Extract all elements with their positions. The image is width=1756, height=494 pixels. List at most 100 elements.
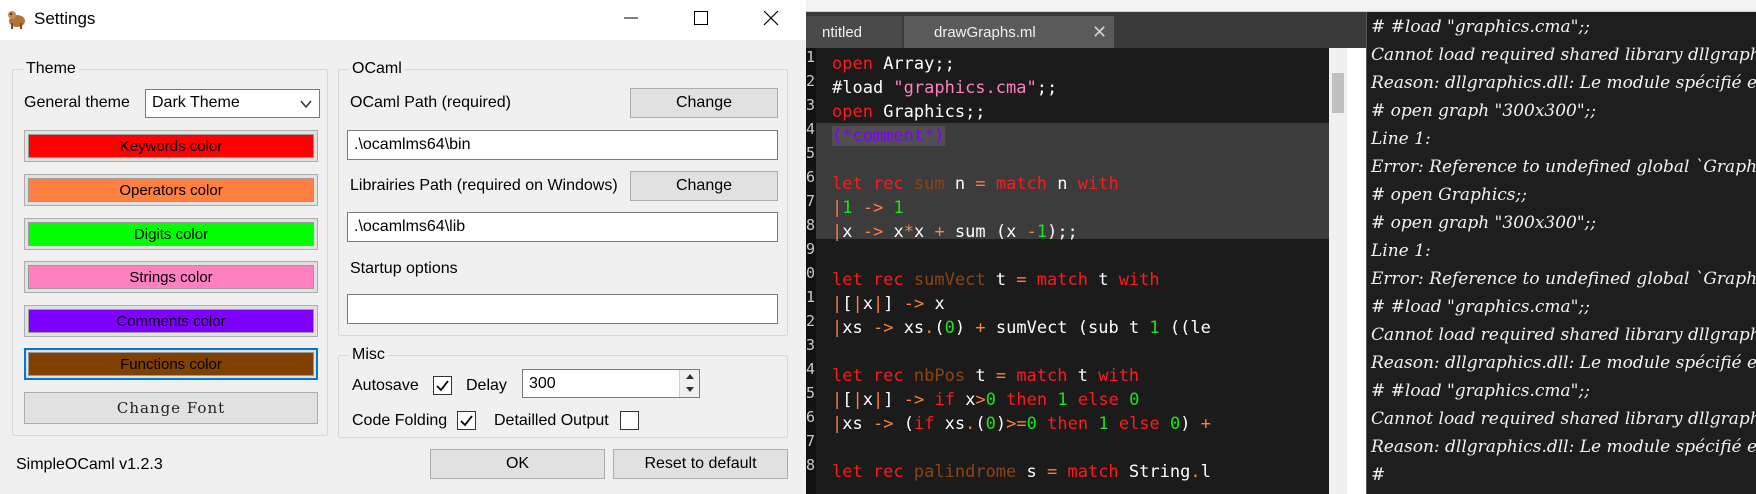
theme-select[interactable]: Dark Theme: [145, 89, 320, 118]
tab-label: ntitled: [822, 23, 863, 41]
code-line: let rec palindrome s = match String.l: [832, 462, 1211, 482]
code-line: let rec sum n = match n with: [832, 174, 1119, 194]
output-line: Line 1:: [1371, 241, 1431, 261]
maximize-button[interactable]: [669, 0, 733, 36]
digits-color-button[interactable]: Digits color: [24, 218, 318, 250]
output-line: Cannot load required shared library dllg…: [1371, 325, 1756, 345]
functions-color-label: Functions color: [120, 355, 222, 373]
output-line: # #load "graphics.cma";;: [1371, 17, 1590, 37]
title-bar: Settings: [0, 0, 806, 40]
ocaml-path-input[interactable]: .\ocamlms64\bin: [347, 130, 778, 160]
libraries-path-label: Librairies Path (required on Windows): [350, 177, 618, 194]
output-line: Reason: dllgraphics.dll: Le module spéci…: [1371, 437, 1756, 457]
tab-close-icon[interactable]: ✕: [1092, 22, 1107, 43]
detailed-output-checkbox[interactable]: [620, 411, 639, 430]
delay-label: Delay: [466, 377, 507, 394]
functions-color-button[interactable]: Functions color: [24, 348, 318, 380]
line-number: 3: [806, 96, 816, 114]
tab-label: drawGraphs.ml: [934, 23, 1036, 41]
minimize-button[interactable]: [599, 0, 663, 36]
startup-options-label: Startup options: [350, 260, 458, 277]
tab-drawgraphs[interactable]: drawGraphs.ml ✕: [904, 16, 1114, 48]
code-editor[interactable]: 1 2 3 4 5 6 7 8 9 0 1 2 3 4 5 6 7 8 open…: [806, 48, 1346, 494]
code-line: open Array;;: [832, 54, 955, 74]
line-number: 8: [806, 216, 816, 234]
ok-button[interactable]: OK: [430, 449, 605, 479]
line-number: 9: [806, 240, 816, 258]
code-line: |xs -> xs.(0) + sumVect (sub t 1 ((le: [832, 318, 1211, 338]
libraries-path-change-button[interactable]: Change: [630, 171, 778, 201]
line-number: 8: [806, 456, 816, 474]
line-number: 4: [806, 360, 816, 378]
scrollbar-thumb[interactable]: [1332, 73, 1344, 113]
checkmark-icon: [460, 415, 473, 427]
theme-legend: Theme: [26, 60, 76, 77]
keywords-color-button[interactable]: Keywords color: [24, 130, 318, 162]
theme-select-value: Dark Theme: [152, 94, 240, 111]
code-line: |1 -> 1: [832, 198, 904, 218]
autosave-checkbox[interactable]: [433, 376, 452, 395]
output-line: # #load "graphics.cma";;: [1371, 381, 1590, 401]
code-line: let rec nbPos t = match t with: [832, 366, 1140, 386]
output-line: Reason: dllgraphics.dll: Le module spéci…: [1371, 73, 1756, 93]
settings-dialog: Settings Theme General theme Dark Theme …: [0, 0, 806, 494]
maximize-icon: [694, 11, 708, 25]
line-number: 2: [806, 72, 816, 90]
code-folding-label: Code Folding: [352, 412, 448, 429]
line-number: 5: [806, 384, 816, 402]
line-number: 4: [806, 120, 816, 138]
comments-color-label: Comments color: [116, 312, 226, 330]
operators-swatch: Operators color: [28, 178, 314, 202]
functions-swatch: Functions color: [28, 352, 314, 376]
autosave-label: Autosave: [352, 377, 419, 394]
detailed-output-label: Detailled Output: [494, 412, 609, 429]
code-line: #load "graphics.cma";;: [832, 78, 1058, 98]
output-line: Error: Reference to undefined global `Gr…: [1371, 269, 1756, 289]
general-theme-label: General theme: [24, 94, 130, 111]
startup-options-input[interactable]: [347, 294, 778, 324]
output-line: # open Graphics;;: [1371, 185, 1527, 205]
delay-spinner[interactable]: 300: [522, 369, 700, 398]
code-folding-checkbox[interactable]: [457, 411, 476, 430]
close-icon: [763, 10, 779, 26]
spin-down-icon[interactable]: [680, 383, 699, 396]
output-line: Reason: dllgraphics.dll: Le module spéci…: [1371, 353, 1756, 373]
tab-untitled[interactable]: ntitled: [806, 16, 902, 48]
ocaml-path-change-button[interactable]: Change: [630, 88, 778, 118]
line-number: 1: [806, 48, 816, 66]
ocaml-legend: OCaml: [352, 60, 402, 77]
spin-up-icon[interactable]: [680, 370, 699, 383]
output-line: Error: Reference to undefined global `Gr…: [1371, 157, 1756, 177]
output-line: Cannot load required shared library dllg…: [1371, 45, 1756, 65]
code-line: open Graphics;;: [832, 102, 986, 122]
delay-value: 300: [529, 375, 556, 392]
line-number: 0: [806, 264, 816, 282]
line-number: 3: [806, 336, 816, 354]
comments-color-button[interactable]: Comments color: [24, 305, 318, 337]
code-scrollbar[interactable]: [1329, 48, 1347, 494]
output-line: Cannot load required shared library dllg…: [1371, 409, 1756, 429]
strings-swatch: Strings color: [28, 265, 314, 289]
reset-to-default-button[interactable]: Reset to default: [613, 449, 788, 479]
operators-color-button[interactable]: Operators color: [24, 174, 318, 206]
code-line: |x -> x*x + sum (x -1);;: [832, 222, 1078, 242]
line-number: 6: [806, 408, 816, 426]
output-line: # open graph "300x300";;: [1371, 101, 1597, 121]
keywords-color-label: Keywords color: [119, 137, 223, 155]
strings-color-button[interactable]: Strings color: [24, 261, 318, 293]
libraries-path-input[interactable]: .\ocamlms64\lib: [347, 212, 778, 242]
code-line: |xs -> (if xs.(0)>=0 then 1 else 0) +: [832, 414, 1212, 434]
line-number: 5: [806, 144, 816, 162]
operators-color-label: Operators color: [119, 181, 223, 199]
output-line: #: [1371, 465, 1386, 485]
change-font-button[interactable]: Change Font: [24, 392, 318, 424]
code-line: (*comment*): [832, 126, 945, 146]
minimize-icon: [624, 17, 638, 19]
ocaml-path-label: OCaml Path (required): [350, 94, 511, 111]
close-button[interactable]: [739, 0, 803, 36]
strings-color-label: Strings color: [129, 268, 213, 286]
editor-tab-bar: ntitled drawGraphs.ml ✕: [806, 12, 1366, 48]
line-number: 7: [806, 432, 816, 450]
line-number: 1: [806, 288, 816, 306]
digits-swatch: Digits color: [28, 222, 314, 246]
